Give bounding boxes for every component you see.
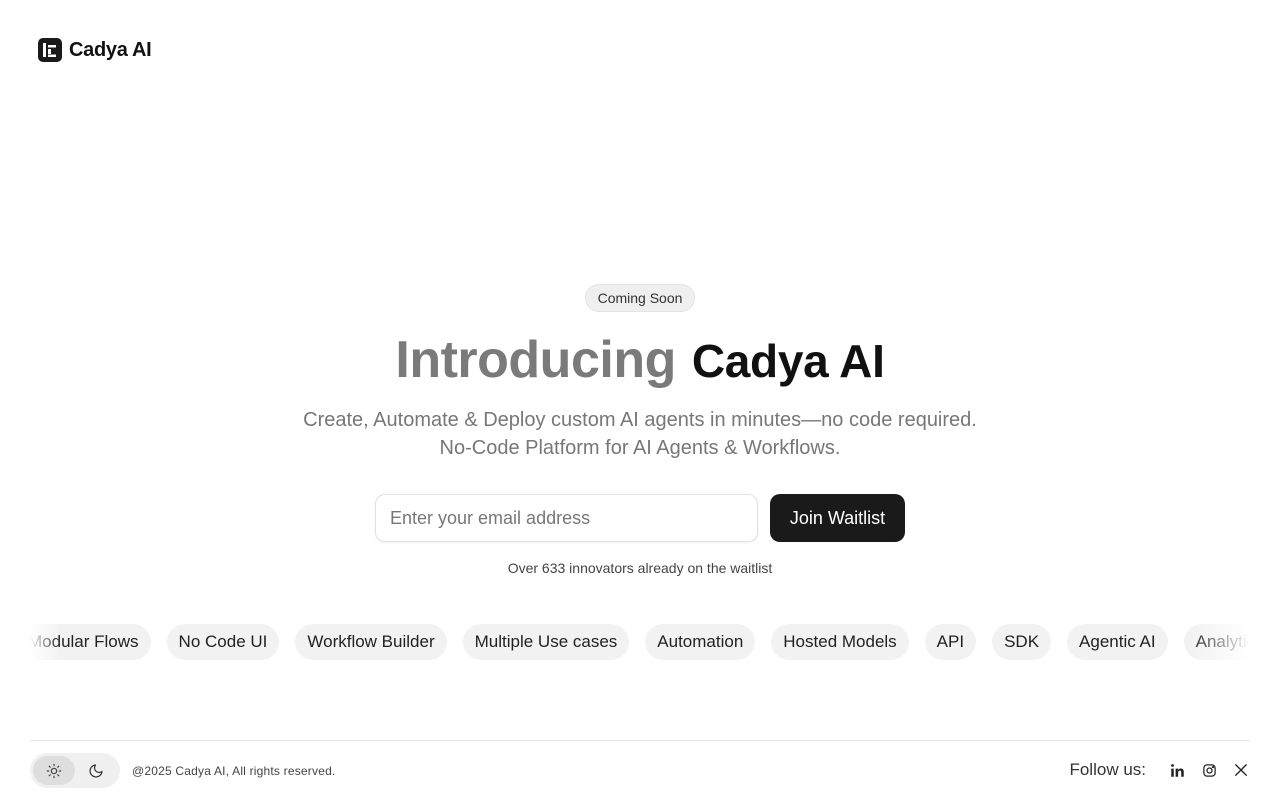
hero-section: Coming Soon Introducing Cadya AI Create,… <box>0 284 1280 576</box>
feature-pill: SDK <box>992 624 1052 660</box>
coming-soon-badge: Coming Soon <box>584 284 696 312</box>
feature-pill: Workflow Builder <box>295 624 447 660</box>
moon-icon <box>89 763 103 778</box>
email-input[interactable] <box>375 494 758 542</box>
sun-icon <box>46 763 62 778</box>
theme-toggle <box>30 753 120 788</box>
light-theme-button[interactable] <box>33 756 75 785</box>
social-links: Follow us: <box>1069 760 1250 780</box>
hero-subtitle: Create, Automate & Deploy custom AI agen… <box>303 406 977 462</box>
headline-brand: Cadya AI <box>691 335 885 387</box>
instagram-icon <box>1202 763 1216 777</box>
feature-pill: Multiple Use cases <box>462 624 630 660</box>
follow-label: Follow us: <box>1069 760 1146 779</box>
linkedin-icon <box>1170 763 1184 777</box>
feature-pill: No Code UI <box>166 624 280 660</box>
feature-pill: Analytics <box>1183 624 1250 660</box>
logo[interactable]: Cadya AI <box>38 38 152 62</box>
subtitle-line-2: No-Code Platform for AI Agents & Workflo… <box>439 437 841 459</box>
feature-pill: API <box>924 624 977 660</box>
page-title: Introducing Cadya AI <box>395 330 885 390</box>
join-waitlist-button[interactable]: Join Waitlist <box>770 494 905 542</box>
copyright-text: @2025 Cadya AI, All rights reserved. <box>132 764 336 778</box>
waitlist-form: Join Waitlist <box>375 494 905 542</box>
linkedin-link[interactable] <box>1168 760 1186 780</box>
feature-pill: Agentic AI <box>1067 624 1168 660</box>
feature-pill: Automation <box>645 624 756 660</box>
logo-text: Cadya AI <box>69 38 152 61</box>
headline-intro: Introducing <box>395 331 676 389</box>
feature-pill: Hosted Models <box>771 624 909 660</box>
feature-marquee: Modular Flows No Code UI Workflow Builder M… <box>30 624 1250 660</box>
feature-pill: Modular Flows <box>30 624 151 660</box>
instagram-link[interactable] <box>1200 760 1218 780</box>
subtitle-line-1: Create, Automate & Deploy custom AI agen… <box>303 409 977 431</box>
cadya-logo-icon <box>38 38 62 62</box>
dark-theme-button[interactable] <box>75 756 117 785</box>
footer-divider <box>30 740 1250 741</box>
x-link[interactable] <box>1232 760 1250 780</box>
x-icon <box>1235 764 1247 776</box>
feature-track: Modular Flows No Code UI Workflow Builder M… <box>30 624 1250 660</box>
waitlist-count: Over 633 innovators already on the waitl… <box>507 560 773 576</box>
